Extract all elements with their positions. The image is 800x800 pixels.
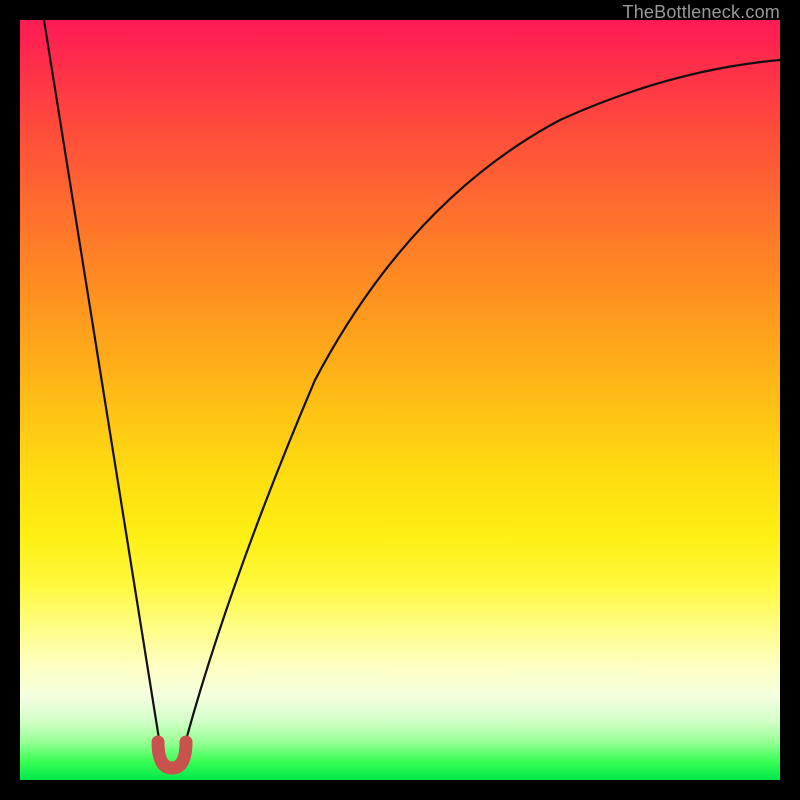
chart-svg [20, 20, 780, 780]
chart-frame: TheBottleneck.com [20, 20, 780, 780]
curve-left-branch [44, 20, 172, 765]
curve-right-branch [172, 60, 780, 765]
minimum-marker-icon [158, 742, 186, 768]
